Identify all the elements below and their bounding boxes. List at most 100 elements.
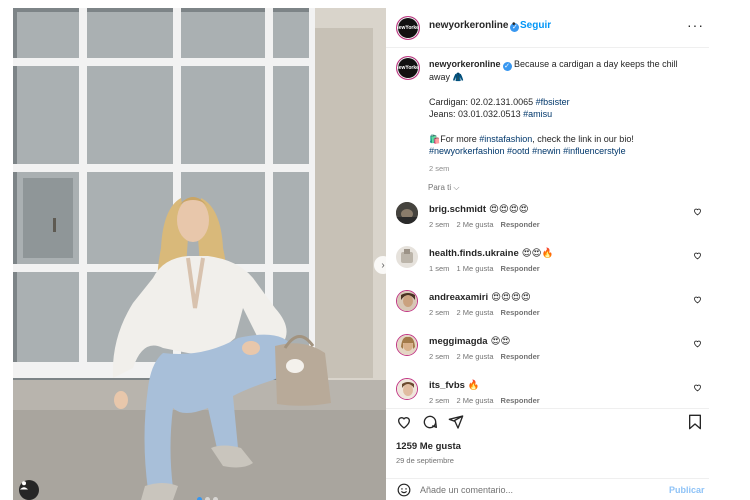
commenter-username[interactable]: brig.schmidt — [429, 204, 486, 215]
comment-body: 🔥 — [467, 380, 480, 391]
comment-meta: 1 sem 1 Me gusta Responder — [429, 264, 540, 273]
caption-more-line: 🛍️For more #instafashion, check the link… — [429, 133, 699, 146]
heart-icon[interactable] — [693, 207, 702, 216]
comment-icon[interactable] — [422, 414, 438, 430]
commenter-username[interactable]: its_fvbs — [429, 380, 465, 391]
hashtag-link[interactable]: #amisu — [523, 109, 552, 119]
commenter-avatar[interactable] — [396, 202, 418, 224]
caption-first-line: newyorkeronline ✓ Because a cardigan a da… — [429, 58, 699, 84]
caption-body: newyorkeronline ✓ Because a cardigan a da… — [429, 58, 699, 175]
commenter-avatar[interactable] — [396, 334, 418, 356]
chevron-right-icon: › — [381, 259, 385, 271]
comment-time: 1 sem — [429, 264, 450, 273]
comment-item: health.finds.ukraine 😍😍🔥 1 sem 1 Me gusta R… — [396, 246, 706, 286]
comment-body: 😍😍😍😍 — [489, 204, 529, 215]
comment-time: 2 sem — [429, 308, 450, 317]
save-icon[interactable] — [688, 414, 702, 430]
commenter-username[interactable]: health.finds.ukraine — [429, 248, 519, 259]
commenter-username[interactable]: meggimagda — [429, 336, 488, 347]
comment-item: brig.schmidt 😍😍😍😍 2 sem 2 Me gusta Responde… — [396, 202, 706, 242]
commenter-avatar-image — [397, 291, 417, 311]
comment-meta: 2 sem 2 Me gusta Responder — [429, 308, 540, 317]
comment-body: 😍😍🔥 — [521, 248, 554, 259]
comment-meta: 2 sem 2 Me gusta Responder — [429, 352, 540, 361]
comment-body: 😍😍😍😍 — [491, 292, 531, 303]
comment-text: brig.schmidt 😍😍😍😍 — [429, 204, 529, 215]
reply-button[interactable]: Responder — [501, 308, 540, 317]
heart-icon[interactable] — [396, 414, 412, 430]
instagram-post-modal: › NewYorker newyorkeronline ✓ • Seguir ··… — [0, 0, 750, 500]
emoji-icon[interactable] — [397, 483, 411, 497]
more-icon[interactable]: ··· — [687, 17, 704, 33]
post-photo[interactable]: › — [13, 8, 386, 500]
reply-button[interactable]: Responder — [501, 264, 540, 273]
comment-meta: 2 sem 2 Me gusta Responder — [429, 220, 540, 229]
comment-likes[interactable]: 2 Me gusta — [456, 308, 493, 317]
comment-item: andreaxamiri 😍😍😍😍 2 sem 2 Me gusta Responde… — [396, 290, 706, 330]
comment-text: health.finds.ukraine 😍😍🔥 — [429, 248, 553, 259]
comment-text: its_fvbs 🔥 — [429, 380, 480, 391]
comment-item: meggimagda 😍😍 2 sem 2 Me gusta Responder — [396, 334, 706, 374]
heart-icon[interactable] — [693, 251, 702, 260]
hashtag-link[interactable]: #fbsister — [536, 97, 570, 107]
commenter-avatar-image — [396, 246, 418, 268]
post-photo-illustration — [13, 8, 386, 500]
commenter-avatar-image — [396, 202, 418, 224]
author-username[interactable]: newyorkeronline ✓ — [429, 20, 520, 32]
caption-more-text: 🛍️For more — [429, 133, 480, 144]
follow-button[interactable]: Seguir — [520, 20, 551, 31]
comment-likes[interactable]: 1 Me gusta — [456, 264, 493, 273]
caption-jeans-line: Jeans: 03.01.032.0513 #amisu — [429, 108, 699, 121]
post-header: NewYorker newyorkeronline ✓ • Seguir ··· — [386, 8, 709, 48]
caption-cardigan-line: Cardigan: 02.02.131.0065 #fbsister — [429, 96, 699, 109]
author-avatar[interactable]: NewYorker — [396, 16, 420, 40]
comment-time: 2 sem — [429, 220, 450, 229]
comment-likes[interactable]: 2 Me gusta — [456, 220, 493, 229]
header-separator: • — [512, 19, 516, 30]
verified-icon: ✓ — [502, 62, 512, 71]
comment-body: 😍😍 — [490, 336, 511, 347]
comment-meta: 2 sem 2 Me gusta Responder — [429, 396, 540, 405]
caption-cardigan-text: Cardigan: 02.02.131.0065 — [429, 96, 536, 107]
comment-text: andreaxamiri 😍😍😍😍 — [429, 292, 531, 303]
share-icon[interactable] — [448, 414, 464, 430]
tagged-users-button[interactable] — [19, 480, 39, 500]
right-margin — [709, 8, 750, 500]
comment-text: meggimagda 😍😍 — [429, 336, 510, 347]
post-actions: 1259 Me gusta 29 de septiembre — [386, 408, 709, 478]
comment-input[interactable] — [420, 482, 650, 498]
comment-likes[interactable]: 2 Me gusta — [456, 352, 493, 361]
author-username-text: newyorkeronline — [429, 20, 509, 31]
post-date: 29 de septiembre — [396, 456, 454, 465]
commenter-avatar-image — [397, 379, 417, 399]
commenter-avatar[interactable] — [396, 378, 418, 400]
avatar-logo-text: NewYorker — [396, 25, 420, 31]
commenter-avatar-image — [397, 335, 417, 355]
comment-sort-dropdown[interactable]: Para ti ⌵ — [428, 183, 459, 193]
reply-button[interactable]: Responder — [501, 220, 540, 229]
caption-hashtags[interactable]: #newyorkerfashion #ootd #newin #influenc… — [429, 145, 699, 158]
heart-icon[interactable] — [693, 339, 702, 348]
comment-likes[interactable]: 2 Me gusta — [456, 396, 493, 405]
reply-button[interactable]: Responder — [501, 352, 540, 361]
caption-more-suffix: , check the link in our bio! — [532, 133, 634, 144]
caption-username[interactable]: newyorkeronline — [429, 59, 501, 69]
heart-icon[interactable] — [693, 295, 702, 304]
next-photo-button[interactable]: › — [374, 256, 386, 274]
comment-time: 2 sem — [429, 352, 450, 361]
commenter-username[interactable]: andreaxamiri — [429, 292, 488, 303]
caption-time: 2 sem — [429, 163, 450, 173]
comment-composer: Publicar — [386, 478, 709, 500]
avatar-logo-text: NewYorker — [396, 64, 420, 71]
hashtag-link[interactable]: #instafashion — [479, 134, 532, 144]
reply-button[interactable]: Responder — [501, 396, 540, 405]
publish-button[interactable]: Publicar — [669, 485, 705, 495]
commenter-avatar[interactable] — [396, 290, 418, 312]
caption-jeans-text: Jeans: 03.01.032.0513 — [429, 109, 524, 119]
comment-time: 2 sem — [429, 396, 450, 405]
commenter-avatar[interactable] — [396, 246, 418, 268]
heart-icon[interactable] — [693, 383, 702, 392]
caption-avatar[interactable]: NewYorker — [396, 56, 420, 80]
likes-count[interactable]: 1259 Me gusta — [396, 441, 461, 452]
